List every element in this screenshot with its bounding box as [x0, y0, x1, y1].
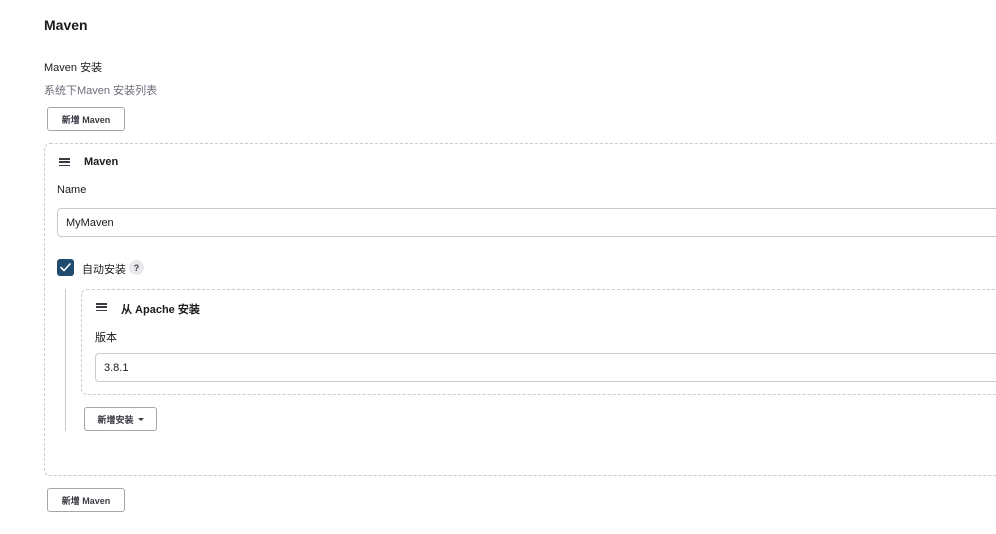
drag-handle-icon[interactable]: [59, 158, 70, 166]
nested-section-bar: [65, 289, 66, 431]
auto-install-label: 自动安装: [82, 264, 126, 276]
name-label: Name: [57, 184, 87, 196]
chevron-down-icon: [137, 417, 144, 421]
add-installer-label: 新增安装: [97, 414, 134, 425]
help-icon[interactable]: ?: [129, 260, 144, 275]
add-maven-button-bottom[interactable]: 新增 Maven: [47, 488, 125, 512]
drag-handle-icon[interactable]: [96, 303, 107, 311]
maven-card-title: Maven: [84, 156, 119, 168]
auto-install-checkbox[interactable]: [57, 259, 74, 276]
name-input[interactable]: [57, 208, 996, 237]
add-maven-button[interactable]: 新增 Maven: [47, 107, 125, 131]
maven-installations-label: Maven 安装: [44, 62, 103, 74]
installer-card-title: 从 Apache 安装: [121, 304, 200, 316]
section-title: Maven: [44, 17, 88, 33]
version-label: 版本: [95, 332, 117, 344]
add-installer-button[interactable]: 新增安装: [84, 407, 157, 431]
maven-installations-description: 系统下Maven 安装列表: [44, 85, 158, 97]
checkmark-icon: [60, 263, 71, 272]
version-input[interactable]: [95, 353, 996, 382]
